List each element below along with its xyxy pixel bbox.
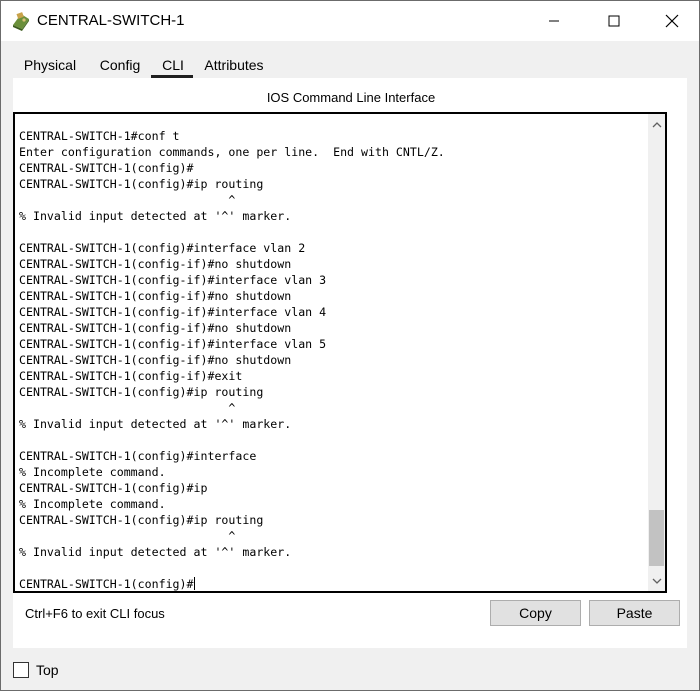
terminal-scrollbar[interactable] bbox=[648, 114, 665, 591]
copy-button[interactable]: Copy bbox=[490, 600, 581, 626]
terminal-line: % Invalid input detected at '^' marker. bbox=[19, 417, 292, 431]
terminal-line: % Incomplete command. bbox=[19, 497, 166, 511]
terminal-line: CENTRAL-SWITCH-1(config)#interface vlan … bbox=[19, 241, 306, 255]
minimize-icon bbox=[549, 20, 559, 22]
terminal-line: CENTRAL-SWITCH-1(config-if)#interface vl… bbox=[19, 273, 327, 287]
chevron-up-icon bbox=[652, 121, 661, 127]
terminal-line: CENTRAL-SWITCH-1(config)# bbox=[19, 161, 194, 175]
cli-window: CENTRAL-SWITCH-1 Physical Config CLI Att… bbox=[0, 0, 700, 691]
terminal-line: CENTRAL-SWITCH-1(config-if)#interface vl… bbox=[19, 337, 327, 351]
terminal-output: CENTRAL-SWITCH-1#conf t Enter configurati… bbox=[19, 128, 445, 591]
terminal-line: CENTRAL-SWITCH-1(config-if)#no shutdown bbox=[19, 353, 292, 367]
tab-physical[interactable]: Physical bbox=[13, 53, 87, 79]
terminal-line: CENTRAL-SWITCH-1(config)#ip bbox=[19, 481, 208, 495]
terminal-line: CENTRAL-SWITCH-1(config)# bbox=[19, 577, 195, 591]
terminal-line: CENTRAL-SWITCH-1(config-if)#no shutdown bbox=[19, 289, 292, 303]
terminal-line: ^ bbox=[19, 401, 236, 415]
terminal-line: CENTRAL-SWITCH-1(config)#ip routing bbox=[19, 513, 264, 527]
window-title: CENTRAL-SWITCH-1 bbox=[37, 12, 185, 29]
terminal-line: CENTRAL-SWITCH-1(config-if)#exit bbox=[19, 369, 243, 383]
terminal-line: CENTRAL-SWITCH-1(config-if)#interface vl… bbox=[19, 305, 327, 319]
cli-terminal[interactable]: CENTRAL-SWITCH-1#conf t Enter configurati… bbox=[13, 112, 667, 593]
terminal-line: CENTRAL-SWITCH-1(config)#ip routing bbox=[19, 177, 264, 191]
tab-config[interactable]: Config bbox=[89, 53, 151, 79]
terminal-line: CENTRAL-SWITCH-1#conf t bbox=[19, 129, 180, 143]
close-button[interactable] bbox=[643, 1, 700, 41]
maximize-button[interactable] bbox=[585, 1, 643, 41]
terminal-line: % Invalid input detected at '^' marker. bbox=[19, 545, 292, 559]
terminal-line: ^ bbox=[19, 193, 236, 207]
scroll-down-button[interactable] bbox=[648, 572, 665, 589]
terminal-line: % Invalid input detected at '^' marker. bbox=[19, 209, 292, 223]
scroll-thumb[interactable] bbox=[649, 510, 664, 566]
minimize-button[interactable] bbox=[525, 1, 583, 41]
bottom-bar: Top bbox=[1, 651, 699, 690]
terminal-line: ^ bbox=[19, 529, 236, 543]
cli-heading: IOS Command Line Interface bbox=[266, 90, 436, 105]
scroll-up-button[interactable] bbox=[648, 116, 665, 133]
title-bar[interactable]: CENTRAL-SWITCH-1 bbox=[1, 1, 699, 41]
cli-focus-hint: Ctrl+F6 to exit CLI focus bbox=[25, 606, 165, 621]
terminal-line: CENTRAL-SWITCH-1(config)#interface bbox=[19, 449, 257, 463]
top-checkbox-label: Top bbox=[36, 662, 59, 678]
terminal-line: CENTRAL-SWITCH-1(config-if)#no shutdown bbox=[19, 257, 292, 271]
terminal-line: % Incomplete command. bbox=[19, 465, 166, 479]
paste-button[interactable]: Paste bbox=[589, 600, 680, 626]
terminal-line: CENTRAL-SWITCH-1(config)#ip routing bbox=[19, 385, 264, 399]
close-icon bbox=[665, 14, 679, 28]
chevron-down-icon bbox=[652, 578, 661, 584]
terminal-line: Enter configuration commands, one per li… bbox=[19, 145, 445, 159]
top-checkbox[interactable] bbox=[13, 662, 29, 678]
window-content: Physical Config CLI Attributes IOS Comma… bbox=[1, 41, 699, 651]
maximize-icon bbox=[608, 15, 620, 27]
tab-attributes[interactable]: Attributes bbox=[195, 53, 273, 79]
terminal-line: CENTRAL-SWITCH-1(config-if)#no shutdown bbox=[19, 321, 292, 335]
text-cursor bbox=[193, 577, 195, 590]
cisco-device-icon bbox=[10, 11, 32, 31]
